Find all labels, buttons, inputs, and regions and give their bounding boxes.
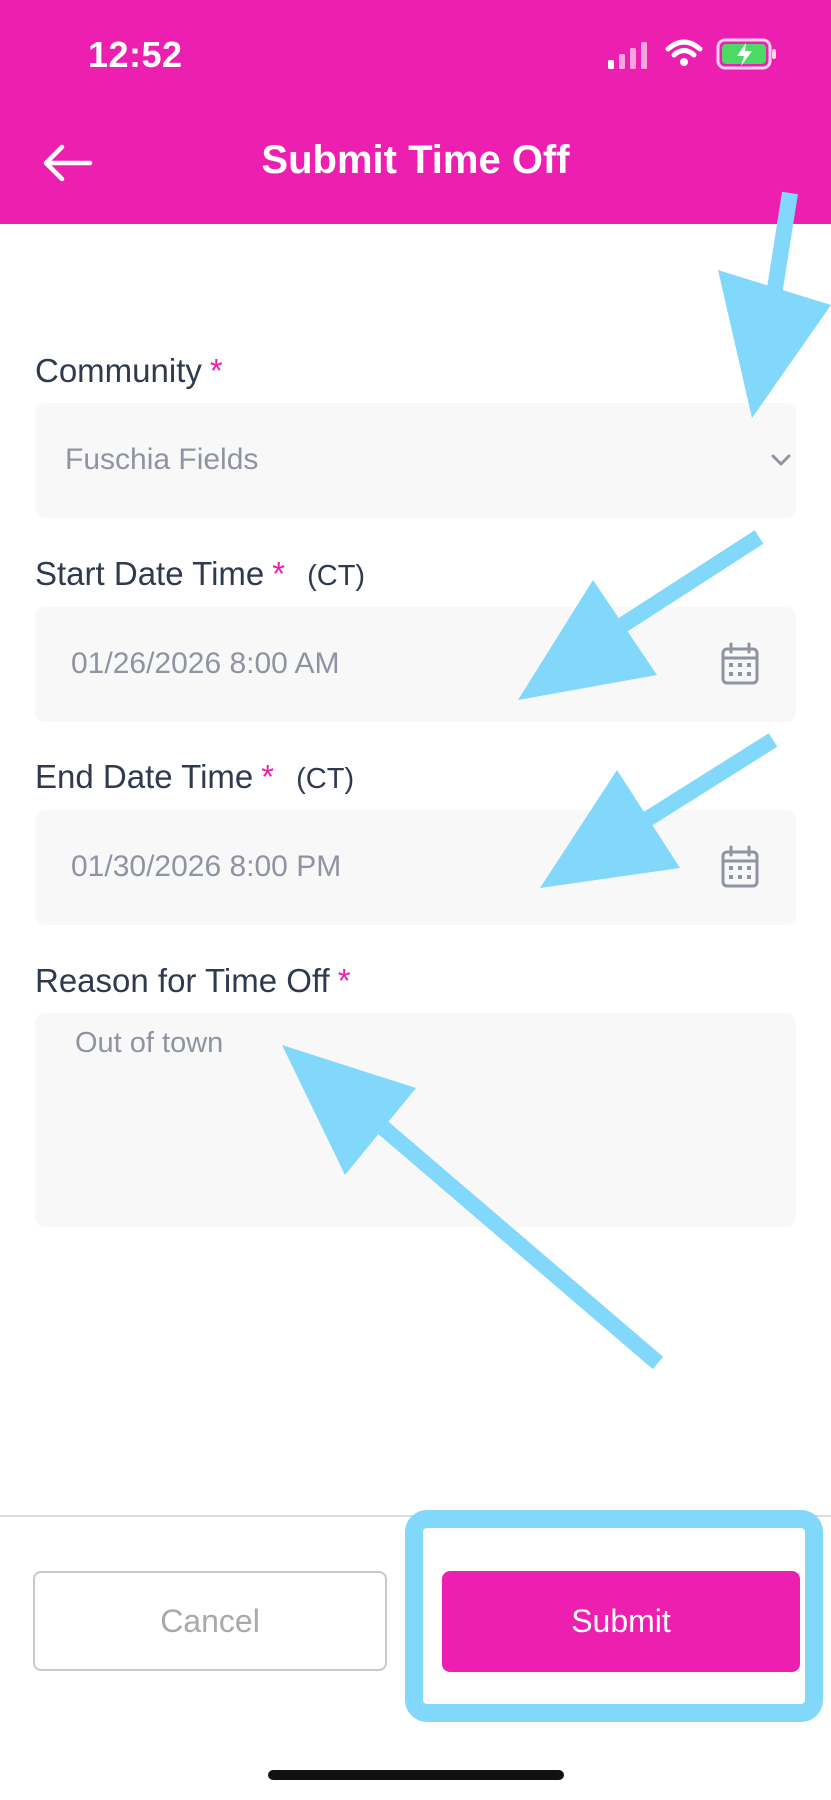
reason-textarea[interactable]: Out of town — [35, 1013, 796, 1227]
timezone-label: (CT) — [296, 763, 355, 795]
end-date-label-text: End Date Time — [35, 758, 254, 795]
reason-label-text: Reason for Time Off — [35, 962, 330, 999]
start-date-label-text: Start Date Time — [35, 555, 265, 592]
start-date-value: 01/26/2026 8:00 AM — [71, 647, 340, 680]
reason-value: Out of town — [75, 1027, 224, 1059]
community-select[interactable]: Fuschia Fields — [35, 403, 796, 518]
required-marker: * — [272, 555, 286, 592]
required-marker: * — [261, 758, 275, 795]
community-label: Community * — [35, 352, 223, 390]
status-time: 12:52 — [88, 34, 183, 75]
cancel-button[interactable]: Cancel — [33, 1571, 387, 1671]
end-date-field[interactable]: 01/30/2026 8:00 PM — [35, 810, 796, 925]
annotation-highlight-box — [405, 1510, 823, 1722]
signal-icon — [608, 42, 647, 69]
end-date-label: End Date Time * (CT) — [35, 758, 354, 796]
chevron-down-icon — [771, 454, 791, 466]
app-header: 12:52 Submit Time Off — [0, 0, 831, 224]
calendar-icon[interactable] — [720, 845, 760, 889]
timezone-label: (CT) — [307, 560, 366, 592]
annotation-arrow — [718, 191, 831, 418]
community-value: Fuschia Fields — [65, 443, 259, 476]
calendar-icon[interactable] — [720, 642, 760, 686]
start-date-field[interactable]: 01/26/2026 8:00 AM — [35, 607, 796, 722]
required-marker: * — [209, 352, 223, 389]
home-indicator — [268, 1770, 564, 1780]
reason-label: Reason for Time Off * — [35, 962, 351, 1000]
battery-icon — [716, 38, 776, 70]
end-date-value: 01/30/2026 8:00 PM — [71, 850, 342, 883]
page-title: Submit Time Off — [261, 138, 570, 182]
required-marker: * — [337, 962, 351, 999]
start-date-label: Start Date Time * (CT) — [35, 555, 365, 593]
community-label-text: Community — [35, 352, 202, 389]
wifi-icon — [665, 39, 703, 66]
